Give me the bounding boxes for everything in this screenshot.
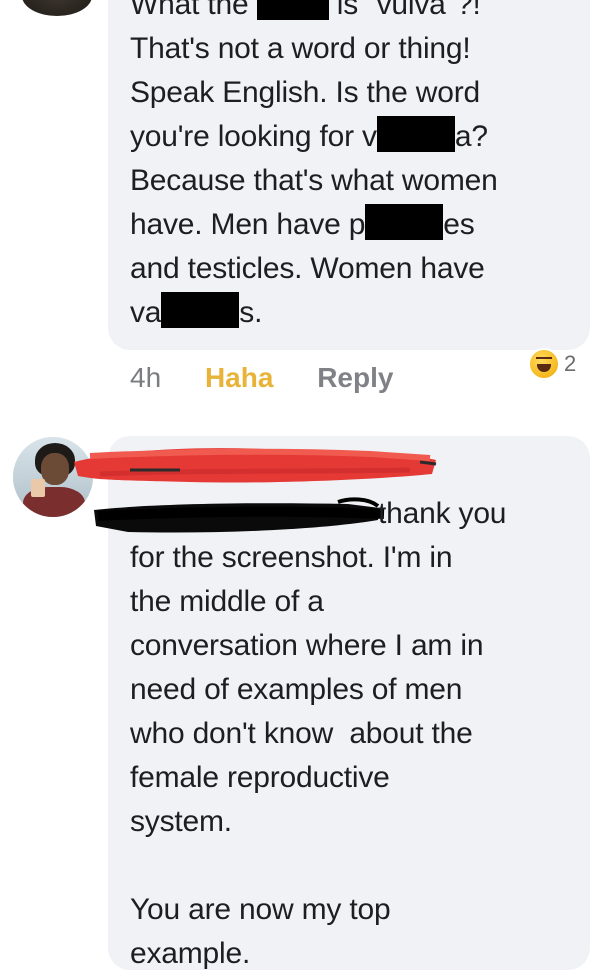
comment-2-line-11: example. bbox=[130, 937, 251, 970]
commenter-avatar-top[interactable] bbox=[22, 0, 92, 16]
comment-2-line-2: for the screenshot. I'm in bbox=[130, 541, 453, 574]
comment-1-line-4: you're looking for v a? bbox=[130, 115, 498, 159]
comment-2-line-8: system. bbox=[130, 805, 232, 838]
comment-2-line-3: the middle of a bbox=[130, 585, 324, 618]
comment-1-line-3: Speak English. Is the word bbox=[130, 76, 480, 109]
laughing-emoji-icon bbox=[528, 348, 560, 380]
comment-1-line-5: Because that's what women bbox=[130, 164, 498, 197]
redaction-box bbox=[161, 292, 240, 328]
comment-2-line-5: need of examples of men bbox=[130, 673, 463, 706]
reaction-count: 2 bbox=[564, 351, 577, 376]
comment-thread: What the is "vulva"?! That's not a word … bbox=[0, 0, 599, 980]
comment-1-text: What the is "vulva"?! That's not a word … bbox=[130, 0, 498, 335]
comment-1-line-1: What the is "vulva"?! bbox=[130, 0, 498, 27]
reaction-summary[interactable]: 2 bbox=[528, 346, 576, 382]
comment-1-actions: 4h Haha Reply bbox=[130, 360, 393, 396]
comment-1-line-7: and testicles. Women have bbox=[130, 252, 485, 285]
reply-button[interactable]: Reply bbox=[317, 362, 393, 393]
comment-2-text: thank you for the screenshot. I'm in the… bbox=[130, 492, 506, 976]
comment-2-line-9 bbox=[130, 844, 506, 888]
comment-2-line-7: female reproductive bbox=[130, 761, 390, 794]
haha-reaction-button[interactable]: Haha bbox=[205, 362, 273, 393]
comment-2-line-6: who don't know about the bbox=[130, 717, 473, 750]
comment-2-line-1: thank you bbox=[378, 497, 507, 530]
comment-1-line-6: have. Men have p es bbox=[130, 203, 498, 247]
redaction-box bbox=[256, 0, 329, 20]
comment-1-line-8: va s. bbox=[130, 291, 498, 335]
name-redaction-scribble bbox=[74, 448, 437, 483]
comment-timestamp[interactable]: 4h bbox=[130, 362, 161, 393]
comment-2-line-4: conversation where I am in bbox=[130, 629, 484, 662]
redaction-box bbox=[365, 204, 444, 240]
comment-2-line-10: You are now my top bbox=[130, 893, 391, 926]
comment-1-line-2: That's not a word or thing! bbox=[130, 32, 471, 65]
redaction-box bbox=[376, 116, 455, 152]
